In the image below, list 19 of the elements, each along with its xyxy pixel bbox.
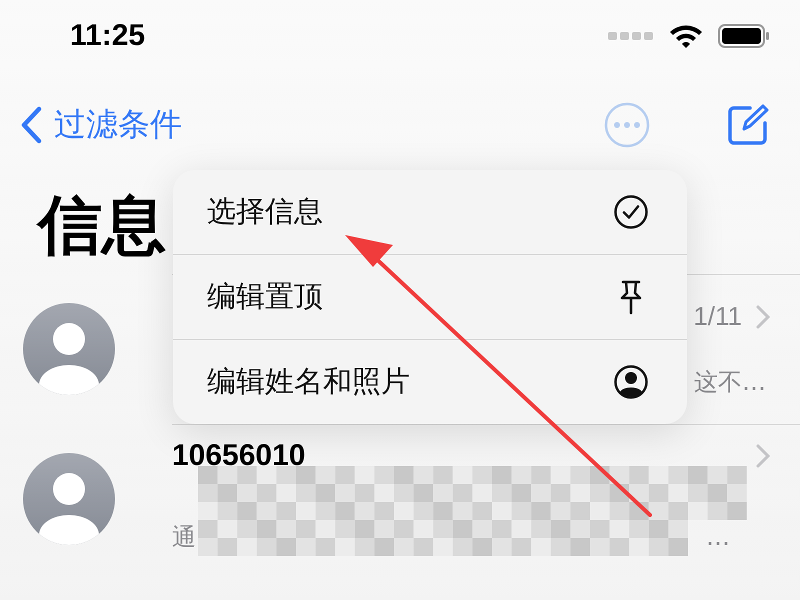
avatar-icon — [23, 453, 115, 545]
chevron-icon — [756, 304, 770, 328]
back-button[interactable]: 过滤条件 — [20, 103, 182, 147]
status-time: 11:25 — [70, 19, 146, 53]
chevron-icon — [756, 444, 770, 468]
back-chevron-icon — [20, 106, 42, 144]
message-date: 1/11 — [693, 301, 742, 332]
battery-icon — [718, 24, 770, 48]
signal-icon — [608, 31, 654, 41]
menu-item[interactable]: 编辑姓名和照片 — [173, 340, 687, 424]
checkmark-circle-icon — [613, 194, 649, 230]
contact-name: 10656010 — [172, 439, 306, 473]
page-title: 信息 — [38, 188, 166, 265]
avatar-icon — [23, 303, 115, 395]
person-circle-icon — [613, 364, 649, 400]
message-preview: 这不… — [694, 367, 766, 398]
compose-icon[interactable] — [726, 103, 770, 147]
message-preview: 通 — [172, 522, 196, 553]
preview-ellipsis: … — [706, 523, 730, 551]
